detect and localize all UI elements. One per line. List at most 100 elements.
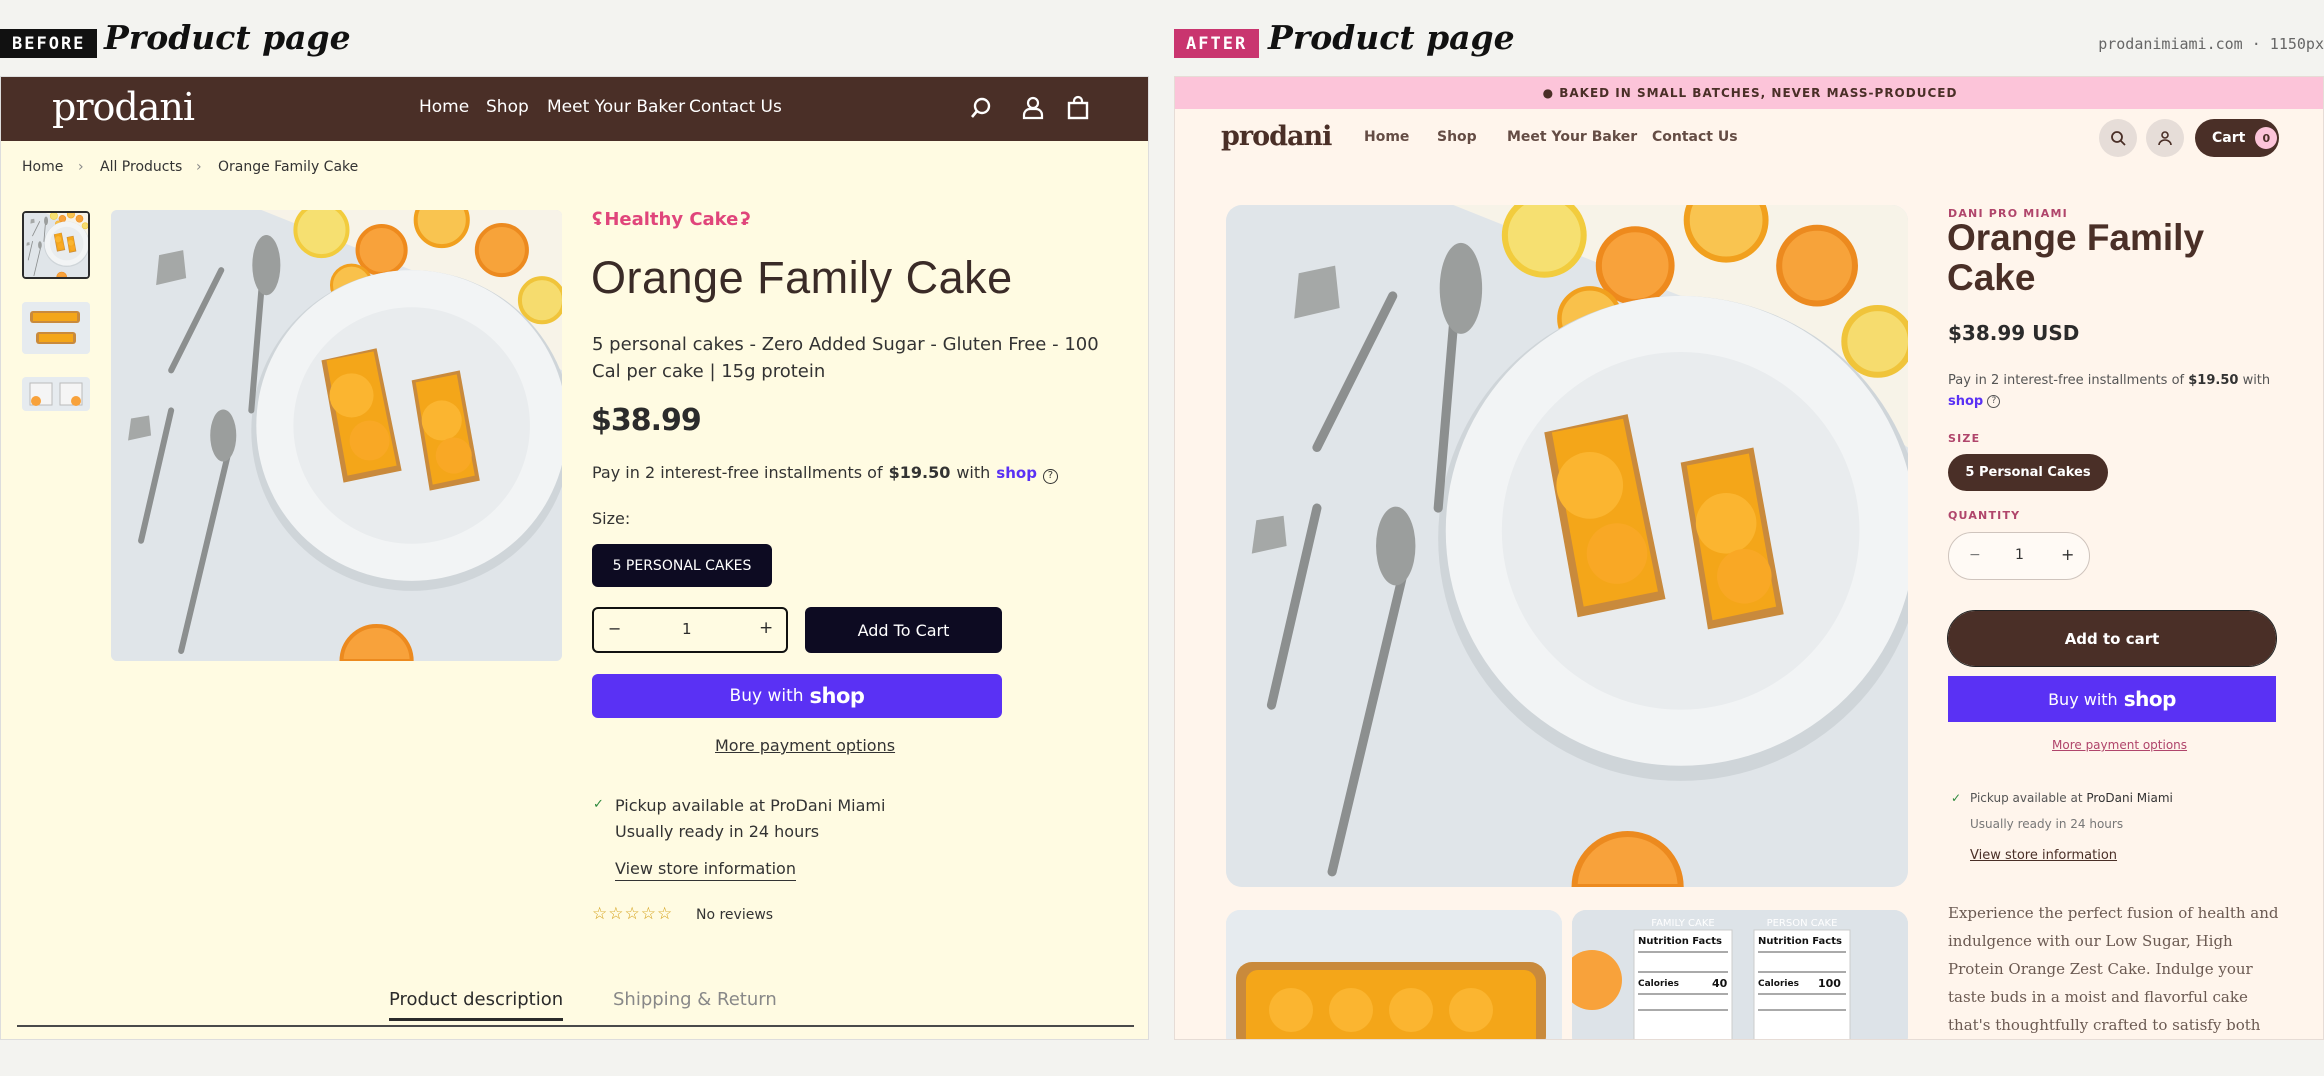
tabs-divider	[17, 1025, 1134, 1027]
breadcrumb-all-products[interactable]: All Products	[100, 159, 182, 175]
product-tag-label: Healthy Cake	[604, 209, 739, 230]
nav-shop[interactable]: Shop	[1437, 129, 1477, 145]
star-empty-icon: ☆	[592, 904, 609, 924]
site-logo[interactable]: prodani	[1221, 121, 1332, 152]
nav-home[interactable]: Home	[419, 97, 469, 117]
size-option-5-personal-cakes[interactable]: 5 Personal Cakes	[1948, 454, 2108, 491]
product-main-image[interactable]	[1226, 205, 1908, 887]
add-to-cart-button[interactable]: Add To Cart	[805, 607, 1002, 653]
shop-pay-logo: shop	[1948, 394, 1984, 409]
nav-meet-your-baker[interactable]: Meet Your Baker	[1507, 129, 1637, 145]
installments-amount: $19.50	[2188, 373, 2239, 388]
qty-input[interactable]: 1	[2015, 547, 2024, 563]
nutrition-facts-title: Nutrition Facts	[1638, 936, 1722, 947]
star-rating: ☆☆☆☆☆	[592, 904, 673, 924]
product-subtitle: 5 personal cakes - Zero Added Sugar - Gl…	[592, 334, 1099, 382]
info-icon[interactable]: ?	[1987, 395, 2001, 408]
star-empty-icon: ☆	[657, 904, 674, 924]
installments-prefix: Pay in 2 interest-free installments of	[1948, 373, 2185, 388]
tab-shipping-return[interactable]: Shipping & Return	[613, 989, 777, 1010]
cart-button[interactable]: Cart 0	[2195, 119, 2279, 157]
thumbnail-1[interactable]	[22, 211, 90, 279]
account-icon[interactable]	[1020, 95, 1046, 121]
qty-decrease-button[interactable]: −	[608, 619, 621, 638]
breadcrumb-home[interactable]: Home	[22, 159, 63, 175]
qty-input[interactable]: 1	[682, 620, 692, 638]
tab-product-description[interactable]: Product description	[389, 989, 564, 1021]
nav-contact-us[interactable]: Contact Us	[1652, 129, 1738, 145]
after-badge: AFTER	[1174, 29, 1260, 58]
ready-time: Usually ready in 24 hours	[615, 822, 820, 841]
announcement-banner: ● BAKED IN SMALL BATCHES, NEVER MASS-PRO…	[1175, 77, 2323, 109]
product-main-image[interactable]	[111, 210, 562, 661]
family-cake-label: FAMILY CAKE	[1651, 918, 1715, 929]
search-icon[interactable]	[970, 95, 996, 121]
after-pane: ● BAKED IN SMALL BATCHES, NEVER MASS-PRO…	[1174, 76, 2324, 1040]
thumbnail-2[interactable]	[22, 302, 90, 354]
nav-meet-your-baker[interactable]: Meet Your Baker	[547, 97, 685, 117]
cart-label: Cart	[2212, 130, 2246, 146]
calories-label: Calories	[1758, 979, 1799, 989]
before-pane-title: Product page	[104, 18, 351, 57]
ready-time: Usually ready in 24 hours	[1970, 817, 2124, 831]
account-icon[interactable]	[2146, 119, 2184, 157]
quantity-label: QUANTITY	[1948, 509, 2021, 522]
check-icon: ✓	[593, 797, 604, 812]
calories-family-value: 40	[1712, 977, 1728, 990]
installments-with: with	[956, 463, 991, 482]
buy-with-label: Buy with	[2048, 689, 2118, 709]
product-image-3[interactable]: FAMILY CAKE PERSON CAKE Nutrition Facts …	[1572, 910, 1908, 1039]
cart-count-badge: 0	[2255, 127, 2278, 149]
qty-increase-button[interactable]: +	[759, 618, 773, 638]
qty-decrease-button[interactable]: −	[1969, 547, 1981, 563]
cart-icon[interactable]	[1065, 95, 1091, 121]
nutrition-facts-title: Nutrition Facts	[1758, 936, 1842, 947]
tag-left-icon: ʢ	[592, 209, 603, 230]
site-header: prodani Home Shop Meet Your Baker Contac…	[1, 77, 1148, 141]
buy-with-label: Buy with	[729, 686, 804, 706]
search-icon[interactable]	[2099, 119, 2137, 157]
breadcrumb-separator-icon: ›	[78, 159, 84, 175]
product-image-2[interactable]	[1226, 910, 1562, 1039]
nav-contact-us[interactable]: Contact Us	[689, 97, 782, 117]
person-cake-label: PERSON CAKE	[1766, 918, 1838, 929]
more-payment-options-link[interactable]: More payment options	[715, 736, 895, 755]
buy-with-shop-button[interactable]: Buy with shop	[1948, 676, 2276, 722]
product-tag: ʢ Healthy Cake ʡ	[592, 209, 751, 230]
info-icon[interactable]: ?	[1042, 469, 1058, 484]
add-to-cart-button[interactable]: Add to cart	[1947, 610, 2277, 667]
view-store-information-link[interactable]: View store information	[1970, 848, 2117, 863]
star-empty-icon: ☆	[608, 904, 625, 924]
pickup-availability: Pickup available at ProDani Miami	[615, 796, 886, 815]
star-empty-icon: ☆	[624, 904, 641, 924]
pickup-store: ProDani Miami	[2086, 791, 2173, 805]
view-store-information-link[interactable]: View store information	[615, 859, 796, 881]
thumbnail-3[interactable]	[22, 377, 90, 411]
before-badge: BEFORE	[0, 29, 98, 58]
nav-home[interactable]: Home	[1364, 129, 1409, 145]
breadcrumb-separator-icon: ›	[196, 159, 202, 175]
installments-text: Pay in 2 interest-free installments of $…	[1948, 370, 2288, 412]
viewport-label: prodanimiami.com · 1150px	[2098, 35, 2324, 53]
installments-with: with	[2242, 373, 2271, 388]
size-label: SIZE	[1948, 432, 1981, 445]
calories-person-value: 100	[1818, 977, 1841, 990]
buy-with-shop-button[interactable]: Buy with shop	[592, 674, 1002, 718]
site-logo[interactable]: prodani	[52, 85, 195, 129]
product-title: Orange Family Cake	[1947, 217, 2205, 298]
product-description: Experience the perfect fusion of health …	[1948, 904, 2279, 1034]
installments-text: Pay in 2 interest-free installments of $…	[592, 463, 1058, 484]
product-price: $38.99	[591, 403, 702, 438]
shop-pay-logo: shop	[809, 684, 865, 708]
nav-shop[interactable]: Shop	[486, 97, 529, 117]
size-option-5-personal-cakes[interactable]: 5 PERSONAL CAKES	[592, 544, 772, 587]
qty-increase-button[interactable]: +	[2061, 545, 2074, 564]
quantity-stepper: − 1 +	[592, 607, 788, 653]
more-payment-options-link[interactable]: More payment options	[2052, 738, 2187, 752]
shop-pay-logo: shop	[996, 464, 1037, 482]
before-pane: prodani Home Shop Meet Your Baker Contac…	[0, 76, 1149, 1040]
size-label: Size:	[592, 509, 631, 528]
star-empty-icon: ☆	[640, 904, 657, 924]
check-icon: ✓	[1951, 791, 1962, 805]
tag-right-icon: ʡ	[740, 209, 751, 230]
